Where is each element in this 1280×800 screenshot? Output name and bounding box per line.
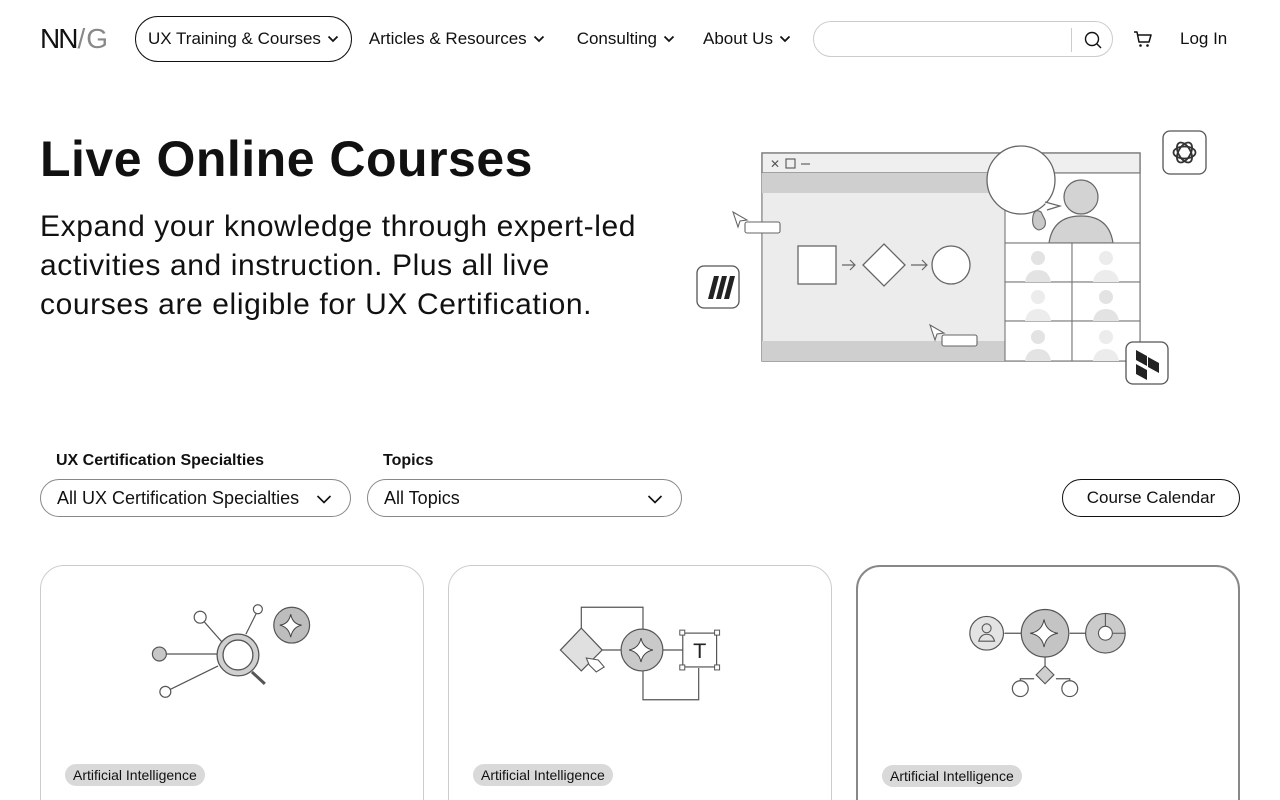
nav-ux-training[interactable]: UX Training & Courses (135, 16, 352, 62)
hero-illustration: ✕ (696, 130, 1207, 385)
ai-research-illustration (151, 604, 311, 698)
chevron-down-icon (663, 35, 675, 43)
topic-tag[interactable]: Artificial Intelligence (65, 764, 205, 786)
course-calendar-button[interactable]: Course Calendar (1062, 479, 1240, 517)
ai-strategy-illustration (969, 608, 1126, 698)
search-icon[interactable] (1082, 29, 1104, 51)
nav-label: Consulting (576, 29, 658, 48)
nav-consulting[interactable]: Consulting (565, 16, 687, 62)
logo-g: G (86, 23, 109, 54)
site-header: NN / G UX Training & Courses Articles & Re… (0, 0, 1280, 80)
miro-icon (696, 265, 740, 309)
course-card[interactable]: Artificial Intelligence (856, 565, 1240, 800)
chevron-down-icon (327, 35, 339, 43)
search-input[interactable] (828, 22, 1068, 56)
course-card[interactable]: Artificial Intelligence (40, 565, 424, 800)
cart-icon[interactable] (1133, 29, 1153, 49)
topics-selected: All Topics (384, 487, 460, 508)
search-box (813, 21, 1113, 57)
chevron-down-icon (779, 35, 791, 43)
specialties-select[interactable]: All UX Certification Specialties (40, 479, 351, 517)
logo-nn: NN (40, 23, 78, 54)
topics-select[interactable]: All Topics (367, 479, 682, 517)
nav-about[interactable]: About Us (691, 16, 803, 62)
specialties-selected: All UX Certification Specialties (57, 487, 300, 508)
nav-label: UX Training & Courses (148, 29, 321, 48)
openai-icon (1162, 130, 1207, 175)
course-card[interactable]: T Artificial Intelligence (448, 565, 832, 800)
page-subtitle: Expand your knowledge through expert-led… (40, 210, 637, 321)
login-link[interactable]: Log In (1180, 29, 1227, 49)
ai-design-illustration: T (559, 606, 721, 701)
chevron-down-icon (316, 495, 332, 504)
topic-tag[interactable]: Artificial Intelligence (882, 765, 1022, 787)
dovetail-icon (1125, 341, 1169, 385)
nav-articles[interactable]: Articles & Resources (357, 16, 557, 62)
chevron-down-icon (647, 495, 663, 504)
topic-tag[interactable]: Artificial Intelligence (473, 764, 613, 786)
specialties-label: UX Certification Specialties (56, 452, 265, 469)
page-title: Live Online Courses (40, 131, 533, 187)
topics-label: Topics (383, 452, 434, 469)
nng-logo[interactable]: NN / G (40, 23, 109, 54)
logo-slash: / (77, 23, 86, 54)
nav-label: About Us (703, 29, 773, 48)
chevron-down-icon (533, 35, 544, 43)
svg-text:T: T (693, 640, 707, 663)
main-nav: UX Training & Courses Articles & Resourc… (135, 16, 803, 62)
svg-text:✕: ✕ (770, 157, 780, 171)
search-divider (1071, 28, 1072, 52)
nav-label: Articles & Resources (368, 29, 527, 48)
